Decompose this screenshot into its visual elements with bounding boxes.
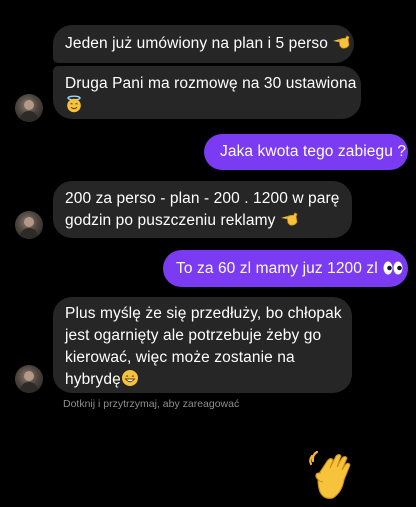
message-text-line: 200 za perso - plan - 200 . 1200 w parę (65, 190, 340, 207)
message-bubble-incoming[interactable]: Jeden już umówiony na plan i 5 perso (53, 25, 354, 63)
pointing-hand-icon (332, 33, 352, 58)
message-bubble-outgoing[interactable]: To za 60 zl mamy juz 1200 zl (163, 250, 408, 287)
message-bubble-incoming[interactable]: 200 za perso - plan - 200 . 1200 w parę … (53, 181, 352, 238)
message-text-line: Plus myślę że się przedłuży, bo chłopak (65, 305, 342, 322)
message-text-line: hybrydę (65, 371, 121, 388)
message-bubble-incoming[interactable]: Plus myślę że się przedłuży, bo chłopak … (53, 297, 352, 393)
message-thread: Jeden już umówiony na plan i 5 perso Dru… (0, 0, 416, 499)
message-text: Jeden już umówiony na plan i 5 perso (65, 35, 328, 52)
eyes-icon (382, 260, 404, 283)
message-bubble-outgoing[interactable]: Jaka kwota tego zabiegu ? (204, 134, 408, 170)
message-text: Jaka kwota tego zabiegu ? (220, 143, 407, 160)
message-text-line: kierować, więc może zostanie na (65, 349, 295, 366)
message-text-line: jest ogarnięty ale potrzebuje żeby go (65, 327, 322, 344)
pointing-hand-icon (280, 210, 300, 235)
reaction-hint-text: Dotknij i przytrzymaj, aby zareagować (63, 398, 240, 410)
grin-smiley-icon (121, 369, 139, 394)
waving-hand-icon[interactable] (306, 446, 362, 502)
message-bubble-incoming[interactable]: Druga Pani ma rozmowę na 30 ustawiona (53, 66, 361, 119)
message-text-line: godzin po puszczeniu reklamy (65, 212, 276, 229)
message-text: Druga Pani ma rozmowę na 30 ustawiona (65, 75, 357, 92)
avatar[interactable] (15, 94, 43, 122)
message-text: To za 60 zl mamy juz 1200 zl (176, 260, 378, 277)
avatar[interactable] (15, 365, 43, 393)
avatar[interactable] (15, 211, 43, 239)
halo-smiley-icon (65, 95, 83, 120)
